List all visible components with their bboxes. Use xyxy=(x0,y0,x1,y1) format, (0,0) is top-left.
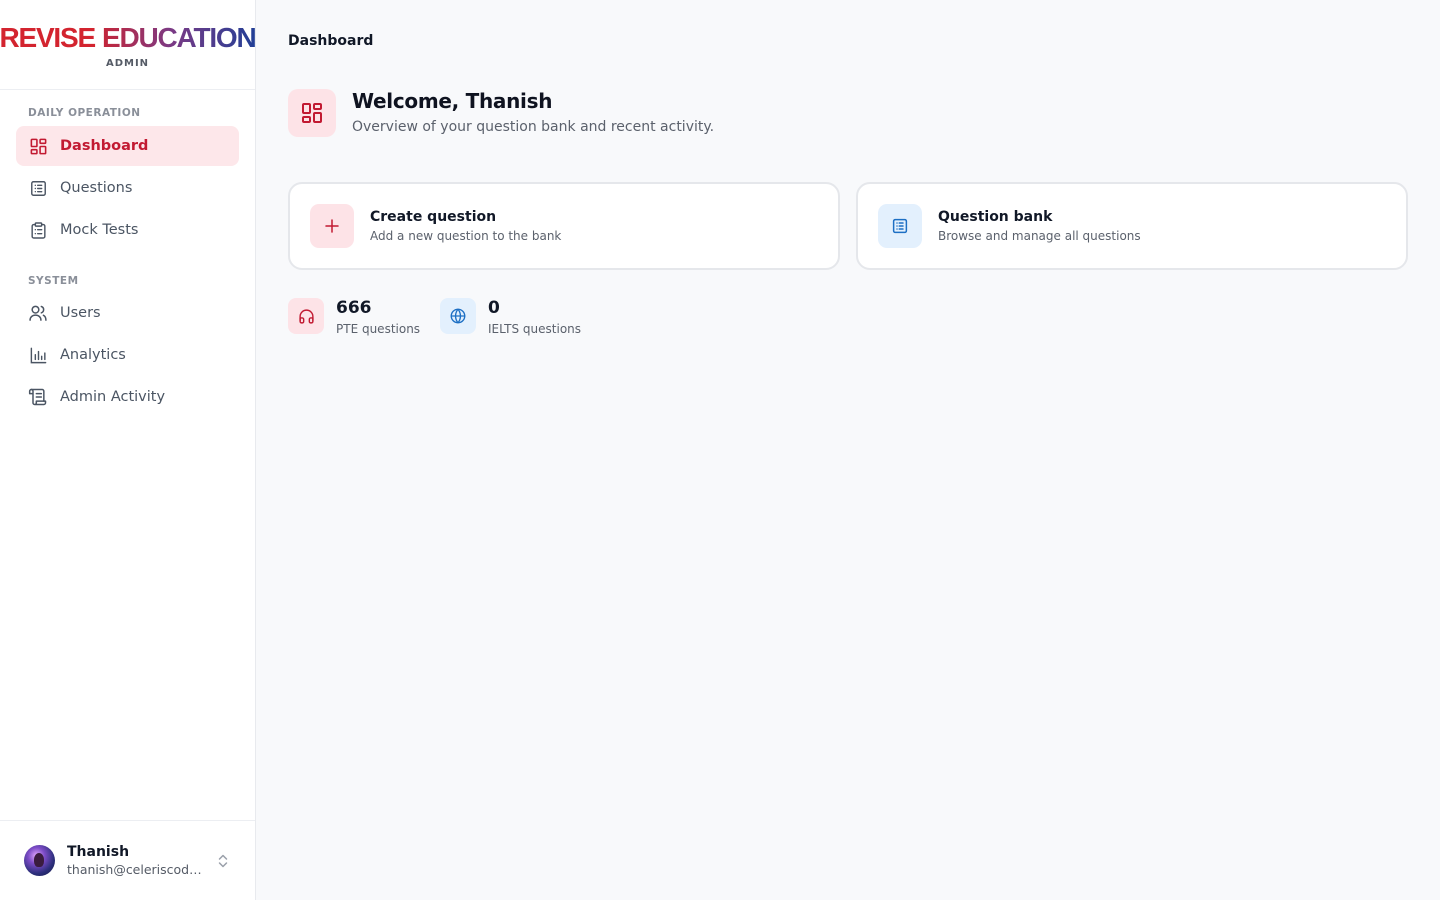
sidebar-item-label: Users xyxy=(60,305,101,321)
plus-icon xyxy=(310,204,354,248)
stat-value: 0 xyxy=(488,298,500,318)
brand-word-revise: REVISE xyxy=(0,22,96,53)
chevrons-up-down-icon[interactable] xyxy=(216,852,230,870)
dashboard-icon xyxy=(28,136,48,156)
globe-icon xyxy=(440,298,476,334)
user-menu[interactable]: Thanish thanish@celeriscode... xyxy=(0,820,255,900)
clipboard-icon xyxy=(28,220,48,240)
breadcrumb: Dashboard xyxy=(288,33,374,49)
sidebar-item-label: Analytics xyxy=(60,347,126,363)
card-description: Add a new question to the bank xyxy=(370,229,562,243)
users-icon xyxy=(28,303,48,323)
sidebar-item-users[interactable]: Users xyxy=(16,293,239,333)
list-icon xyxy=(878,204,922,248)
card-title: Question bank xyxy=(938,209,1053,225)
dashboard-icon xyxy=(288,89,336,137)
headphones-icon xyxy=(288,298,324,334)
list-icon xyxy=(28,178,48,198)
card-title: Create question xyxy=(370,209,497,225)
stat-ielts-questions: 0 IELTS questions xyxy=(440,298,581,336)
brand-word-education: EDUCATION xyxy=(101,22,257,53)
brand-subtitle: ADMIN xyxy=(105,58,150,69)
page-subtitle: Overview of your question bank and recen… xyxy=(352,119,715,135)
sidebar-item-mock-tests[interactable]: Mock Tests xyxy=(16,210,239,250)
user-email: thanish@celeriscode... xyxy=(67,862,205,877)
stat-label: IELTS questions xyxy=(488,322,582,336)
avatar xyxy=(24,845,55,876)
stat-label: PTE questions xyxy=(336,322,421,336)
scroll-icon xyxy=(28,387,48,407)
sidebar-item-label: Mock Tests xyxy=(60,222,139,238)
sidebar-item-admin-activity[interactable]: Admin Activity xyxy=(16,377,239,417)
bar-chart-icon xyxy=(28,345,48,365)
sidebar-item-dashboard[interactable]: Dashboard xyxy=(16,126,239,166)
page-title: Welcome, Thanish xyxy=(352,89,553,113)
stat-value: 666 xyxy=(336,298,372,318)
sidebar-item-label: Admin Activity xyxy=(60,389,166,405)
card-description: Browse and manage all questions xyxy=(938,229,1141,243)
stat-pte-questions: 666 PTE questions xyxy=(288,298,420,336)
sidebar: REVISE EDUCATION ADMIN DAILY OPERATION Da… xyxy=(0,0,257,900)
sidebar-item-label: Questions xyxy=(60,180,133,196)
question-bank-card[interactable]: Question bank Browse and manage all ques… xyxy=(856,182,1408,270)
user-name: Thanish xyxy=(67,844,130,860)
sidebar-item-questions[interactable]: Questions xyxy=(16,168,239,208)
sidebar-item-label: Dashboard xyxy=(60,138,149,154)
sidebar-item-analytics[interactable]: Analytics xyxy=(16,335,239,375)
brand-logo[interactable]: REVISE EDUCATION ADMIN xyxy=(0,0,257,90)
section-label-system: SYSTEM xyxy=(28,275,79,287)
section-label-daily-operation: DAILY OPERATION xyxy=(28,107,141,119)
create-question-card[interactable]: Create question Add a new question to th… xyxy=(288,182,840,270)
